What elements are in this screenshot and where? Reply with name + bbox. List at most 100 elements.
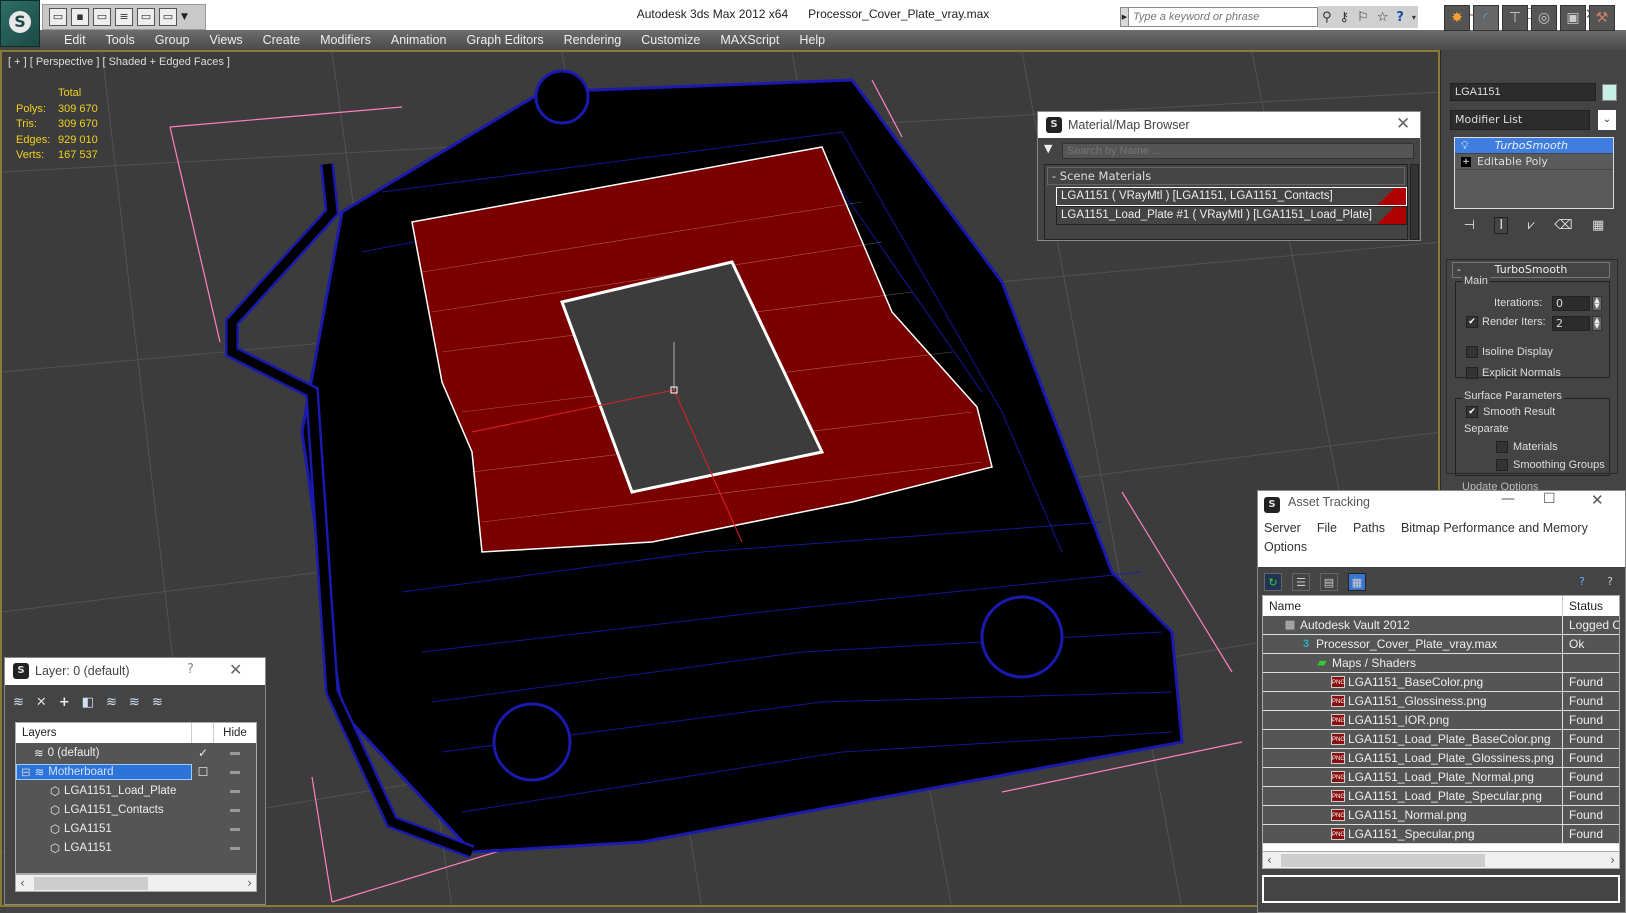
object-color-swatch[interactable] (1602, 84, 1617, 101)
scrollbar-thumb[interactable] (1281, 854, 1485, 867)
list-view-icon[interactable]: ☰ (1292, 573, 1310, 591)
material-item[interactable]: LGA1151_Load_Plate #1 ( VRayMtl ) [LGA11… (1056, 206, 1407, 225)
menu-rendering[interactable]: Rendering (554, 33, 632, 47)
hide-toggle[interactable]: ▬ (214, 785, 256, 796)
menu-bitmap-performance[interactable]: Bitmap Performance and Memory (1401, 521, 1588, 535)
chevron-down-icon[interactable]: ⌄ (1598, 110, 1616, 130)
maximize-button[interactable]: ☐ (1543, 491, 1556, 507)
menu-modifiers[interactable]: Modifiers (310, 33, 381, 47)
layer-dialog-titlebar[interactable]: Layer: 0 (default) (5, 658, 265, 685)
satellite-icon[interactable]: ⚐ (1357, 10, 1369, 25)
object-name-field[interactable] (1450, 83, 1596, 101)
redo-icon[interactable]: ▭ (137, 8, 155, 26)
infocenter-search-input[interactable] (1128, 7, 1318, 27)
create-new-layer-icon[interactable]: ≋ (13, 695, 24, 710)
menu-group[interactable]: Group (145, 33, 200, 47)
favorites-star-icon[interactable]: ☆ (1377, 10, 1389, 25)
hide-toggle[interactable]: ▬ (214, 747, 256, 758)
asset-row[interactable]: PNG LGA1151_Load_Plate_BaseColor.png Found (1263, 730, 1619, 749)
hide-toggle[interactable]: ▬ (214, 804, 256, 815)
scrollbar-thumb[interactable] (34, 877, 148, 890)
close-icon[interactable]: ✕ (1396, 114, 1410, 134)
save-file-icon[interactable]: ▪ (71, 8, 89, 26)
lightbulb-icon[interactable]: 💡︎ (1461, 138, 1469, 154)
asset-row[interactable]: PNG LGA1151_Load_Plate_Specular.png Found (1263, 787, 1619, 806)
asset-row[interactable]: PNG LGA1151_BaseColor.png Found (1263, 673, 1619, 692)
asset-row[interactable]: ▰ Maps / Shaders (1263, 654, 1619, 673)
hierarchy-tab-icon[interactable]: ⊤ (1502, 5, 1528, 31)
close-button[interactable]: ✕ (1591, 491, 1604, 509)
vault-help-icon[interactable]: ? (1573, 573, 1591, 591)
help-icon[interactable]: ? (1601, 573, 1619, 591)
help-button[interactable]: ? (187, 662, 194, 677)
asset-row[interactable]: PNG LGA1151_Load_Plate_Glossiness.png Foun… (1263, 749, 1619, 768)
customize-toolbar-dropdown-icon[interactable]: ▼ (181, 12, 188, 22)
minimize-button[interactable]: — (1501, 491, 1515, 507)
asset-tracking-titlebar[interactable]: S Asset Tracking — ☐ ✕ Server File Paths… (1258, 491, 1625, 567)
open-file-icon[interactable]: ▭ (49, 8, 67, 26)
menu-file[interactable]: File (1317, 521, 1337, 535)
hide-all-layers-icon[interactable]: ≋ (129, 695, 140, 710)
refresh-icon[interactable]: ↻ (1264, 573, 1282, 591)
asset-row[interactable]: PNG LGA1151_Specular.png Found (1263, 825, 1619, 844)
menu-options[interactable]: Options (1264, 540, 1307, 554)
motion-tab-icon[interactable]: ◎ (1531, 5, 1557, 31)
render-iters-spinner-arrows[interactable]: ▲ ▼ (1592, 316, 1602, 331)
asset-row[interactable]: PNG LGA1151_IOR.png Found (1263, 711, 1619, 730)
create-tab-icon[interactable]: ✸ (1444, 5, 1470, 31)
smooth-result-checkbox[interactable]: ✔ (1466, 406, 1478, 418)
options-menu-icon[interactable]: ▼ (1044, 142, 1052, 155)
menu-edit[interactable]: Edit (54, 33, 96, 47)
separate-smoothing-groups-checkbox[interactable] (1496, 459, 1508, 471)
expand-plus-icon[interactable]: + (1461, 156, 1471, 167)
material-list-scrollbar[interactable] (1410, 164, 1419, 240)
menu-graph-editors[interactable]: Graph Editors (456, 33, 553, 47)
layer-row[interactable]: ⬡ LGA1151_Contacts ▬ (16, 800, 256, 819)
binoculars-icon[interactable]: ⚲ (1322, 10, 1332, 25)
asset-path-field[interactable] (1262, 875, 1620, 903)
select-objects-in-layer-icon[interactable]: ◧ (82, 695, 94, 710)
asset-row[interactable]: PNG LGA1151_Glossiness.png Found (1263, 692, 1619, 711)
show-end-result-icon[interactable]: I (1494, 216, 1509, 234)
modify-tab-icon[interactable]: ◜ (1473, 5, 1499, 31)
asset-row[interactable]: 3 Processor_Cover_Plate_vray.max Ok (1263, 635, 1619, 654)
project-folder-icon[interactable]: ▭ (159, 8, 177, 26)
layer-row[interactable]: ≋ 0 (default) ✓ ▬ (16, 743, 256, 762)
column-layers[interactable]: Layers (16, 723, 192, 743)
viewport-label[interactable]: [ + ] [ Perspective ] [ Shaded + Edged F… (8, 56, 230, 68)
modifier-list-dropdown[interactable]: Modifier List (1450, 110, 1590, 130)
hide-toggle[interactable]: ▬ (214, 842, 256, 853)
freeze-all-layers-icon[interactable]: ≋ (152, 695, 163, 710)
display-tab-icon[interactable]: ▣ (1560, 5, 1586, 31)
material-item[interactable]: LGA1151 ( VRayMtl ) [LGA1151, LGA1151_Co… (1056, 187, 1407, 206)
current-layer-toggle[interactable]: ✓ (192, 746, 214, 760)
hide-toggle[interactable]: ▬ (214, 766, 256, 777)
explicit-normals-checkbox[interactable] (1466, 367, 1478, 379)
scroll-right-icon[interactable]: › (247, 875, 252, 891)
menu-customize[interactable]: Customize (631, 33, 710, 47)
layer-row[interactable]: ⊟ ≋ Motherboard ☐ ▬ (16, 762, 256, 781)
remove-modifier-icon[interactable]: ⌫ (1554, 218, 1572, 233)
column-hide[interactable]: Hide (214, 723, 256, 743)
asset-row[interactable]: PNG LGA1151_Normal.png Found (1263, 806, 1619, 825)
utilities-tab-icon[interactable]: ⚒ (1589, 5, 1615, 31)
layers-horizontal-scrollbar[interactable]: ‹ › (15, 874, 257, 892)
configure-modifier-sets-icon[interactable]: ▦ (1592, 218, 1604, 233)
help-icon[interactable]: ? (1396, 10, 1404, 25)
stack-item-editable-poly[interactable]: + Editable Poly (1455, 154, 1613, 170)
menu-paths[interactable]: Paths (1353, 521, 1385, 535)
scroll-left-icon[interactable]: ‹ (1267, 852, 1272, 868)
hide-toggle[interactable]: ▬ (214, 823, 256, 834)
isoline-display-checkbox[interactable] (1466, 346, 1478, 358)
table-view-icon[interactable]: ▦ (1348, 573, 1366, 591)
scroll-left-icon[interactable]: ‹ (20, 875, 25, 891)
menu-tools[interactable]: Tools (96, 33, 145, 47)
stack-item-turbosmooth[interactable]: 💡︎ TurboSmooth (1455, 138, 1613, 154)
asset-horizontal-scrollbar[interactable]: ‹ › (1262, 851, 1620, 869)
iterations-spinner-arrows[interactable]: ▲ ▼ (1592, 296, 1602, 311)
scroll-right-icon[interactable]: › (1610, 852, 1615, 868)
undo-icon[interactable]: ▭ (93, 8, 111, 26)
material-browser-titlebar[interactable]: Material/Map Browser (1038, 112, 1420, 138)
asset-row[interactable]: ▦ Autodesk Vault 2012 Logged O (1263, 616, 1619, 635)
add-to-layer-icon[interactable]: + (59, 695, 70, 710)
